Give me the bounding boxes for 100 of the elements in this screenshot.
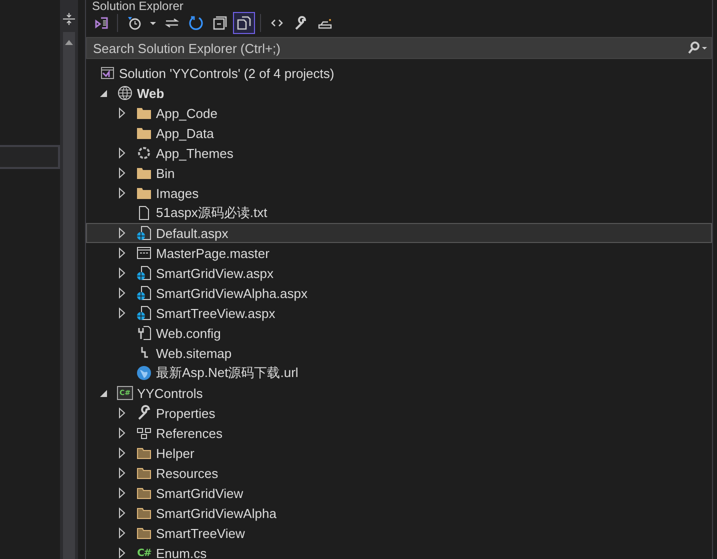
item-label: SmartGridViewAlpha (156, 506, 276, 520)
collapsed-arrow-icon[interactable] (116, 267, 128, 279)
item-label: References (156, 426, 222, 440)
item-label: 51aspx源码必读.txt (156, 204, 268, 222)
folder-icon (136, 105, 152, 121)
tree-item[interactable]: Helper (86, 443, 712, 463)
globe-icon (136, 365, 152, 381)
document-icon (136, 205, 152, 221)
item-label: 最新Asp.Net源码下载.url (156, 364, 298, 382)
tree-item[interactable]: MasterPage.master (86, 243, 712, 263)
dashed-circle-icon (136, 145, 152, 161)
collapsed-arrow-icon[interactable] (116, 227, 128, 239)
panel-title: Solution Explorer (91, 0, 184, 10)
item-label: Web.config (156, 326, 221, 340)
item-label: YYControls (137, 386, 203, 400)
folder-icon (136, 505, 152, 521)
collapsed-arrow-icon[interactable] (116, 167, 128, 179)
tree-item[interactable]: Web.config (86, 323, 712, 343)
solution-home-icon (93, 15, 109, 31)
web-page-icon (136, 225, 152, 241)
show-files-icon (236, 15, 252, 31)
wrench-icon (136, 405, 152, 421)
collapsed-arrow-icon[interactable] (116, 507, 128, 519)
item-label: Images (156, 186, 199, 200)
item-label: Bin (156, 166, 175, 180)
tree-item[interactable]: Resources (86, 463, 712, 483)
item-label: MasterPage.master (156, 246, 270, 260)
folder-icon (136, 465, 152, 481)
item-label: Default.aspx (156, 226, 228, 240)
tree-item[interactable]: Web (86, 83, 712, 103)
collapse-all-icon (212, 15, 228, 31)
item-label: Helper (156, 446, 194, 460)
globe-icon (117, 85, 133, 101)
caret-icon (150, 22, 156, 24)
tree-item[interactable]: Web.sitemap (86, 343, 712, 363)
splitter-icon[interactable] (62, 12, 76, 26)
folder-icon (136, 525, 152, 541)
wrench-icon (293, 15, 309, 31)
web-page-icon (136, 305, 152, 321)
scroll-up-icon[interactable] (64, 38, 74, 46)
item-label: Properties (156, 406, 216, 420)
item-label: App_Themes (156, 146, 234, 160)
tree-item[interactable]: C# Enum.cs (86, 543, 712, 559)
tree-item[interactable]: 51aspx源码必读.txt (86, 203, 712, 223)
tree-item[interactable]: SmartGridView (86, 483, 712, 503)
folder-icon (136, 445, 152, 461)
collapsed-arrow-icon[interactable] (116, 427, 128, 439)
tree-item[interactable]: Default.aspx (86, 223, 712, 243)
collapsed-arrow-icon[interactable] (116, 447, 128, 459)
tree-item[interactable]: SmartTreeView.aspx (86, 303, 712, 323)
window-icon (136, 245, 152, 261)
solution-icon (99, 65, 115, 81)
item-label: SmartTreeView (156, 526, 245, 540)
clock-icon (126, 15, 142, 31)
item-label: Resources (156, 466, 218, 480)
tree-item[interactable]: SmartTreeView (86, 523, 712, 543)
tree-item[interactable]: SmartGridViewAlpha.aspx (86, 283, 712, 303)
item-label: SmartGridView.aspx (156, 266, 274, 280)
tree-item[interactable]: Properties (86, 403, 712, 423)
tree-item[interactable]: SmartGridViewAlpha (86, 503, 712, 523)
collapsed-arrow-icon[interactable] (116, 107, 128, 119)
folder-icon (136, 165, 152, 181)
item-label: SmartGridView (156, 486, 244, 500)
web-page-icon (136, 285, 152, 301)
tree-item[interactable]: Solution 'YYControls' (2 of 4 projects) (86, 63, 712, 83)
references-icon (136, 425, 152, 441)
collapsed-arrow-icon[interactable] (116, 147, 128, 159)
collapsed-arrow-icon[interactable] (116, 547, 128, 559)
collapsed-arrow-icon[interactable] (116, 187, 128, 199)
tree-item[interactable]: App_Data (86, 123, 712, 143)
item-label: App_Data (156, 126, 214, 140)
item-label: Solution 'YYControls' (2 of 4 projects) (119, 66, 334, 80)
folder-icon (136, 125, 152, 141)
tree-item[interactable]: SmartGridView.aspx (86, 263, 712, 283)
tree-item[interactable]: Bin (86, 163, 712, 183)
collapsed-arrow-icon[interactable] (116, 307, 128, 319)
tree-item[interactable]: 最新Asp.Net源码下载.url (86, 363, 712, 383)
collapsed-arrow-icon[interactable] (116, 527, 128, 539)
config-file-icon (136, 325, 152, 341)
tree-item[interactable]: App_Themes (86, 143, 712, 163)
item-label: SmartTreeView.aspx (156, 306, 276, 320)
collapsed-arrow-icon[interactable] (116, 467, 128, 479)
collapsed-arrow-icon[interactable] (116, 407, 128, 419)
search-icon[interactable] (686, 41, 708, 55)
item-label: Web (137, 86, 164, 100)
tree-item[interactable]: References (86, 423, 712, 443)
tree-item[interactable]: Images (86, 183, 712, 203)
item-label: App_Code (156, 106, 218, 120)
collapsed-arrow-icon[interactable] (116, 287, 128, 299)
tree-item[interactable]: App_Code (86, 103, 712, 123)
csharp-file-icon: C# (136, 546, 152, 559)
toolbar-button[interactable] (233, 12, 255, 34)
refresh-icon (188, 15, 204, 31)
search-field[interactable]: Search Solution Explorer (Ctrl+;) (86, 37, 712, 59)
scrollbar[interactable] (63, 32, 75, 559)
collapsed-arrow-icon[interactable] (116, 487, 128, 499)
folder-icon (136, 185, 152, 201)
web-page-icon (136, 265, 152, 281)
folder-icon (136, 485, 152, 501)
collapsed-arrow-icon[interactable] (116, 247, 128, 259)
